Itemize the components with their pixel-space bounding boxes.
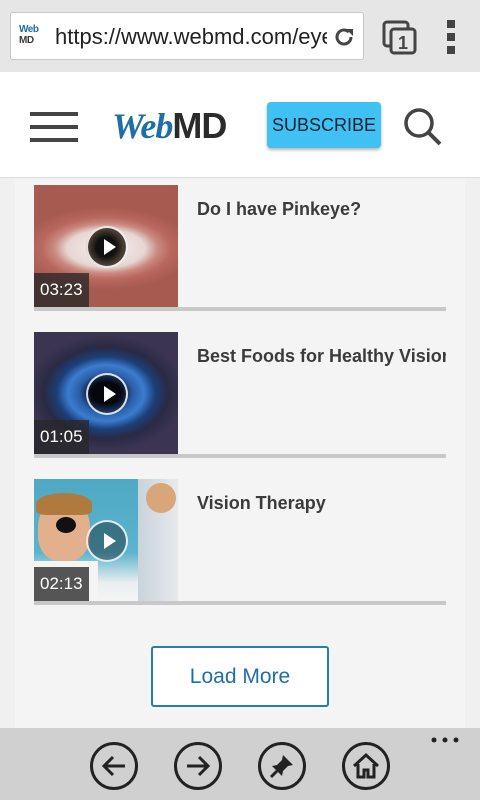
tabs-icon[interactable]: 1 <box>382 20 418 56</box>
tab-count: 1 <box>398 33 408 53</box>
video-thumbnail[interactable]: 01:05 <box>34 332 178 454</box>
video-thumbnail[interactable]: 02:13 <box>34 479 178 601</box>
play-icon[interactable] <box>86 373 128 415</box>
video-list: 03:23 Do I have Pinkeye? 01:05 Best Food… <box>15 179 465 728</box>
load-more-button[interactable]: Load More <box>151 646 329 707</box>
site-favicon: Web MD <box>19 24 39 46</box>
video-duration: 03:23 <box>34 273 89 307</box>
video-duration: 01:05 <box>34 420 89 454</box>
video-title[interactable]: Do I have Pinkeye? <box>197 197 446 221</box>
video-item[interactable]: 01:05 Best Foods for Healthy Vision <box>34 326 446 458</box>
hamburger-menu-icon[interactable] <box>30 112 78 144</box>
more-options-icon[interactable] <box>431 736 459 744</box>
browser-address-bar: Web MD https://www.webmd.com/eye 1 <box>0 0 480 72</box>
forward-button[interactable] <box>174 742 222 790</box>
webmd-logo[interactable]: WebMD <box>112 104 227 148</box>
browser-app-bar <box>0 728 480 800</box>
divider <box>34 307 446 311</box>
video-thumbnail[interactable]: 03:23 <box>34 185 178 307</box>
pin-icon <box>269 755 293 779</box>
url-field[interactable]: Web MD https://www.webmd.com/eye <box>10 12 364 60</box>
video-title[interactable]: Vision Therapy <box>197 491 446 515</box>
url-text[interactable]: https://www.webmd.com/eye <box>55 24 327 50</box>
back-button[interactable] <box>90 742 138 790</box>
home-button[interactable] <box>342 742 390 790</box>
divider <box>34 454 446 458</box>
search-icon[interactable] <box>402 106 442 146</box>
divider <box>34 601 446 605</box>
video-item[interactable]: 03:23 Do I have Pinkeye? <box>34 179 446 311</box>
home-icon <box>352 752 380 779</box>
video-title[interactable]: Best Foods for Healthy Vision <box>197 344 446 368</box>
pin-button[interactable] <box>258 742 306 790</box>
play-icon[interactable] <box>86 226 128 268</box>
reload-icon[interactable] <box>332 25 356 49</box>
video-duration: 02:13 <box>34 567 89 601</box>
site-header: WebMD SUBSCRIBE <box>0 72 480 178</box>
subscribe-button[interactable]: SUBSCRIBE <box>267 102 381 148</box>
back-arrow-icon <box>101 755 125 777</box>
forward-arrow-icon <box>187 755 211 777</box>
browser-menu-icon[interactable] <box>444 20 458 54</box>
video-item[interactable]: 02:13 Vision Therapy <box>34 473 446 605</box>
play-icon[interactable] <box>86 520 128 562</box>
